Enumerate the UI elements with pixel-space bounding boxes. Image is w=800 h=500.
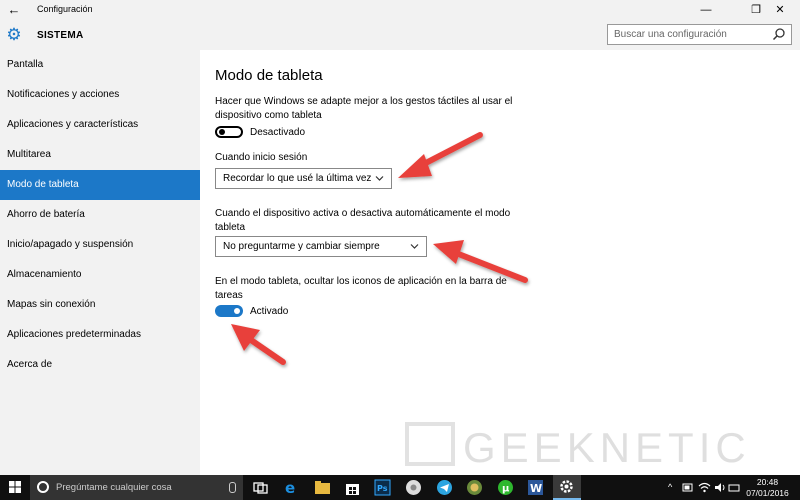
svg-text:µ: µ	[502, 484, 510, 495]
sidebar-item-ahorro-bateria[interactable]: Ahorro de batería	[0, 200, 200, 230]
watermark-text: GEEKNETIC	[463, 424, 751, 471]
search-icon[interactable]	[772, 27, 786, 41]
auto-switch-dropdown-value: No preguntarme y cambiar siempre	[223, 241, 380, 252]
edge-icon[interactable]: e	[283, 479, 300, 496]
sidebar-item-mapas[interactable]: Mapas sin conexión	[0, 290, 200, 320]
sign-in-dropdown-value: Recordar lo que usé la última vez	[223, 173, 372, 184]
volume-icon[interactable]	[714, 479, 727, 496]
sidebar-item-modo-tableta[interactable]: Modo de tableta	[0, 170, 200, 200]
cortana-search-box[interactable]: Pregúntame cualquier cosa	[30, 475, 243, 500]
svg-text:W: W	[530, 482, 542, 495]
sidebar-item-almacenamiento[interactable]: Almacenamiento	[0, 260, 200, 290]
search-box[interactable]	[607, 24, 792, 45]
sidebar-item-pantalla[interactable]: Pantalla	[0, 50, 200, 80]
wifi-icon[interactable]	[698, 479, 711, 496]
toggle-knob	[234, 308, 240, 314]
browser-icon[interactable]	[466, 479, 483, 496]
gear-icon: ⚙	[6, 25, 22, 44]
toggle-knob	[219, 129, 225, 135]
sidebar-item-multitarea[interactable]: Multitarea	[0, 140, 200, 170]
microphone-icon[interactable]	[229, 482, 236, 493]
auto-switch-label: Cuando el dispositivo activa o desactiva…	[215, 208, 511, 233]
clock-date: 07/01/2016	[746, 488, 789, 498]
svg-text:e: e	[285, 479, 295, 496]
chevron-down-icon	[410, 244, 419, 249]
sidebar: Pantalla Notificaciones y acciones Aplic…	[0, 50, 200, 475]
windows-start-icon[interactable]	[0, 475, 30, 500]
sidebar-item-aplicaciones[interactable]: Aplicaciones y características	[0, 110, 200, 140]
tablet-mode-toggle-label: Desactivado	[250, 127, 306, 138]
clock[interactable]: 20:48 07/01/2016	[740, 477, 795, 499]
photoshop-icon[interactable]: Ps	[374, 479, 391, 496]
title-bar: ← Configuración — ❐ ✕	[0, 0, 800, 20]
sign-in-label: Cuando inicio sesión	[215, 152, 308, 163]
watermark-logo	[405, 422, 455, 466]
sign-in-dropdown[interactable]: Recordar lo que usé la última vez	[215, 168, 392, 189]
close-button[interactable]: ✕	[760, 0, 800, 20]
hide-icons-toggle[interactable]	[215, 305, 243, 317]
hide-icons-toggle-label: Activado	[250, 306, 289, 317]
hide-icons-description: En el modo tableta, ocultar los iconos d…	[215, 276, 507, 301]
auto-switch-dropdown[interactable]: No preguntarme y cambiar siempre	[215, 236, 427, 257]
minimize-button[interactable]: —	[686, 0, 726, 20]
settings-icon	[560, 480, 573, 493]
clock-time: 20:48	[756, 477, 779, 487]
sidebar-item-inicio-apagado[interactable]: Inicio/apagado y suspensión	[0, 230, 200, 260]
task-view-icon[interactable]	[252, 479, 269, 496]
chevron-up-icon[interactable]: ^	[668, 482, 672, 492]
chevron-down-icon	[375, 176, 384, 181]
battery-icon[interactable]	[682, 479, 694, 496]
section-title: SISTEMA	[37, 30, 84, 41]
taskbar: Pregúntame cualquier cosa e Ps µ W ^ 20:…	[0, 475, 800, 500]
back-arrow-icon[interactable]: ←	[6, 2, 22, 18]
telegram-icon[interactable]	[436, 479, 453, 496]
sidebar-item-notificaciones[interactable]: Notificaciones y acciones	[0, 80, 200, 110]
settings-taskbar-button[interactable]	[553, 475, 581, 500]
svg-text:Ps: Ps	[377, 484, 388, 493]
main-content: Modo de tableta Hacer que Windows se ada…	[200, 50, 800, 475]
page-title: Modo de tableta	[215, 67, 323, 84]
tablet-mode-toggle[interactable]	[215, 126, 243, 138]
window-title: Configuración	[37, 4, 93, 14]
utorrent-icon[interactable]: µ	[497, 479, 514, 496]
keyboard-icon[interactable]	[728, 479, 740, 496]
sidebar-item-acerca-de[interactable]: Acerca de	[0, 350, 200, 380]
watermark: GEEKNETIC	[405, 414, 795, 474]
search-input[interactable]	[614, 27, 764, 42]
tablet-mode-description: Hacer que Windows se adapte mejor a los …	[215, 96, 513, 121]
sidebar-item-aplicaciones-predeterminadas[interactable]: Aplicaciones predeterminadas	[0, 320, 200, 350]
cortana-icon	[37, 481, 49, 493]
word-icon[interactable]: W	[527, 479, 544, 496]
file-explorer-icon[interactable]	[314, 479, 331, 496]
cortana-placeholder: Pregúntame cualquier cosa	[56, 482, 172, 493]
chrome-icon[interactable]	[405, 479, 422, 496]
store-icon[interactable]	[344, 479, 361, 496]
